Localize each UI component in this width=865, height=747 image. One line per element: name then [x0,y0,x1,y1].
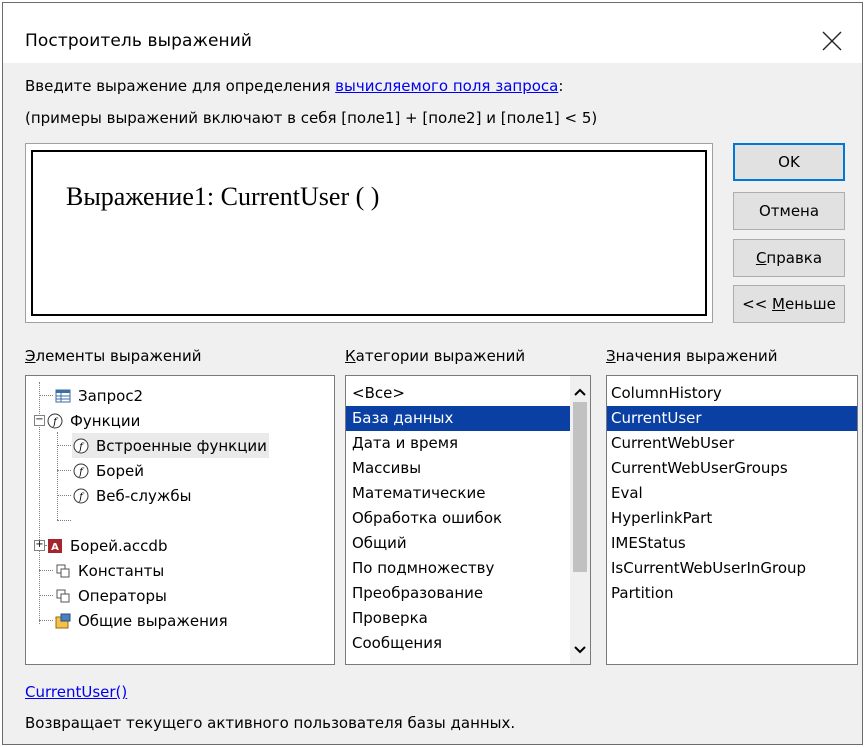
expression-input[interactable]: Выражение1: CurrentUser ( ) [31,150,707,316]
help-button[interactable]: Справка [733,239,845,277]
prompt-text: Введите выражение для определения вычисл… [25,77,564,95]
list-item[interactable]: База данных [346,406,572,431]
list-item[interactable]: Partition [607,581,857,606]
close-icon[interactable] [814,23,850,59]
function-icon: f [72,437,90,455]
cancel-button[interactable]: Отмена [733,192,845,230]
ok-button[interactable]: OK [733,143,845,181]
list-item[interactable]: Массивы [346,456,572,481]
list-item[interactable]: Eval [607,481,857,506]
less-button[interactable]: << Меньше [733,285,845,323]
list-item[interactable]: ColumnHistory [607,381,857,406]
list-item[interactable]: Общий [346,531,572,556]
list-item[interactable]: Математические [346,481,572,506]
tree-item-common-expressions[interactable]: Общие выражения [54,608,230,633]
expression-elements-label: Элементы выражений [25,347,202,365]
list-item[interactable]: По подмножеству [346,556,572,581]
list-item[interactable]: IMEStatus [607,531,857,556]
expand-database-icon[interactable]: + [34,540,45,551]
common-expressions-icon [54,612,72,630]
list-item[interactable]: IsCurrentWebUserInGroup [607,556,857,581]
collapse-functions-icon[interactable]: − [34,415,45,426]
svg-text:A: A [51,542,59,553]
constants-icon [54,562,72,580]
expression-values-label: Значения выражений [606,347,778,365]
function-icon: f [46,412,64,430]
list-item[interactable]: CurrentWebUserGroups [607,456,857,481]
list-item[interactable]: HyperlinkPart [607,506,857,531]
function-icon: f [72,487,90,505]
list-item[interactable]: Сообщения [346,631,572,656]
tree-item-database[interactable]: A Борей.accdb [46,533,169,558]
calculated-field-link[interactable]: вычисляемого поля запроса [335,77,558,95]
function-help-link[interactable]: CurrentUser() [25,683,127,701]
tree-item-query[interactable]: Запрос2 [54,383,145,408]
expression-values-list[interactable]: ColumnHistory CurrentUser CurrentWebUser… [606,375,858,665]
tree-item-functions[interactable]: f Функции [46,408,142,433]
tree-item-operators[interactable]: Операторы [54,583,169,608]
database-icon: A [46,537,64,555]
expression-categories-label: Категории выражений [345,347,526,365]
tree-item-builtin-functions[interactable]: f Встроенные функции [72,433,269,458]
list-item[interactable]: Обработка ошибок [346,506,572,531]
query-icon [54,387,72,405]
list-item[interactable]: Преобразование [346,581,572,606]
dialog-title: Построитель выражений [25,31,253,51]
categories-scrollbar[interactable] [570,376,590,664]
title-bar: Построитель выражений [3,3,862,63]
expression-elements-tree[interactable]: − + Запрос2 f Функции f Встроенные функц… [25,375,335,665]
function-icon: f [72,462,90,480]
tree-item-constants[interactable]: Константы [54,558,166,583]
tree-item-borey-functions[interactable]: f Борей [72,458,146,483]
expression-text: Выражение1: CurrentUser ( ) [66,182,380,211]
list-item[interactable]: <Все> [346,381,572,406]
scroll-down-icon[interactable] [570,640,590,660]
expression-editor-frame: Выражение1: CurrentUser ( ) [25,143,713,323]
tree-item-web-services[interactable]: f Веб-службы [72,483,194,508]
example-hint: (примеры выражений включают в себя [поле… [25,109,598,127]
function-description: Возвращает текущего активного пользовате… [25,714,516,732]
list-item[interactable]: Проверка [346,606,572,631]
list-item[interactable]: Дата и время [346,431,572,456]
expression-categories-list[interactable]: <Все> База данных Дата и время Массивы М… [345,375,591,665]
list-item[interactable]: CurrentWebUser [607,431,857,456]
operators-icon [54,587,72,605]
scrollbar-thumb[interactable] [573,402,587,572]
list-item[interactable]: CurrentUser [607,406,857,431]
expression-builder-dialog: Построитель выражений Введите выражение … [2,2,863,745]
scroll-up-icon[interactable] [570,382,590,402]
